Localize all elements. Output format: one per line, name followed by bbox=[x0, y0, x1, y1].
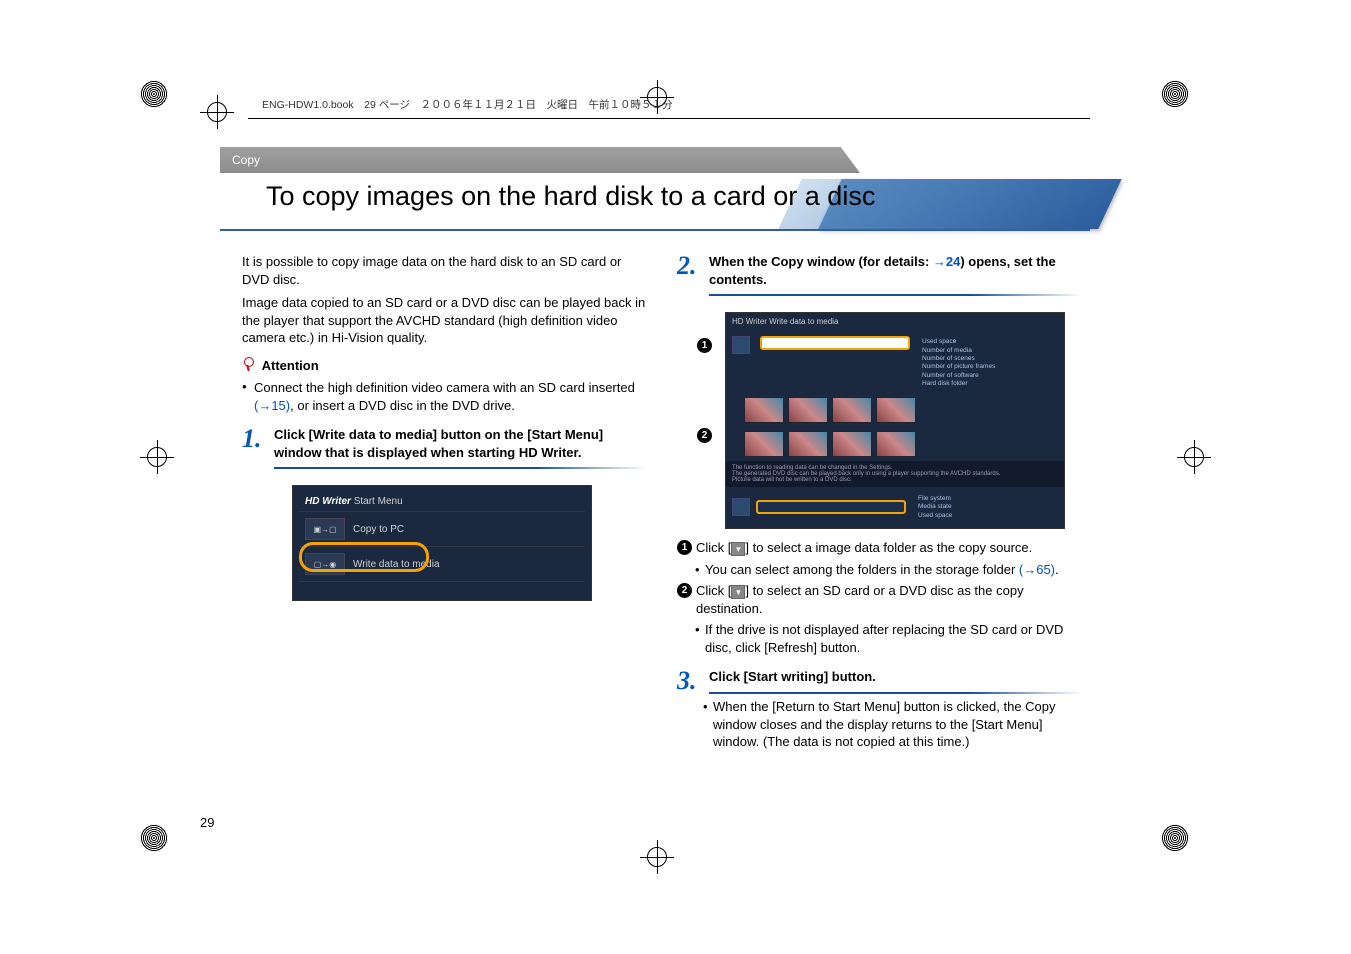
annotation-1-sublist: You can select among the folders in the … bbox=[695, 561, 1082, 579]
crop-mark bbox=[640, 840, 674, 874]
destination-drive-dropdown[interactable] bbox=[756, 500, 906, 514]
step-number-3: 3. bbox=[677, 668, 699, 694]
highlight-write-data bbox=[299, 542, 429, 572]
step-3: 3. Click [Start writing] button. bbox=[677, 668, 1082, 694]
screenshot-copy-window: 1 2 HD Writer Write data to media Used s… bbox=[697, 312, 1082, 529]
intro-1: It is possible to copy image data on the… bbox=[242, 253, 647, 288]
link-page-65[interactable]: (→65) bbox=[1019, 562, 1055, 577]
registration-mark bbox=[140, 80, 190, 130]
source-folder-dropdown[interactable] bbox=[760, 336, 910, 350]
registration-mark bbox=[140, 824, 190, 874]
notice-strip: The function to reading data can be chan… bbox=[726, 461, 1064, 487]
section-title-bar: To copy images on the hard disk to a car… bbox=[220, 179, 1090, 231]
attention-icon bbox=[242, 357, 254, 373]
crop-mark bbox=[1177, 440, 1211, 474]
annotation-2-sublist: If the drive is not displayed after repl… bbox=[695, 621, 1082, 656]
annotation-2: 2 Click [▾] to select an SD card or a DV… bbox=[677, 582, 1082, 617]
step-2: 2. When the Copy window (for details: →2… bbox=[677, 253, 1082, 296]
step-number-1: 1. bbox=[242, 426, 264, 452]
window-title: HD Writer Write data to media bbox=[726, 313, 1064, 330]
dest-drive-icon bbox=[732, 498, 750, 516]
thumbnails bbox=[726, 393, 1064, 427]
source-info: Used space Number of media Number of sce… bbox=[916, 336, 1058, 391]
step-2-title: When the Copy window (for details: →24) … bbox=[709, 253, 1082, 288]
dropdown-icon: ▾ bbox=[731, 585, 745, 599]
link-page-15[interactable]: (→15) bbox=[254, 398, 290, 413]
source-hdd-icon bbox=[732, 336, 750, 354]
callout-2: 2 bbox=[697, 428, 712, 443]
step-3-title: Click [Start writing] button. bbox=[709, 668, 1082, 686]
breadcrumb: Copy bbox=[220, 147, 860, 173]
page-number: 29 bbox=[200, 815, 214, 830]
registration-mark bbox=[1161, 80, 1211, 130]
intro-2: Image data copied to an SD card or a DVD… bbox=[242, 294, 647, 347]
step-1: 1. Click [Write data to media] button on… bbox=[242, 426, 647, 469]
destination-info: File system Media state Used space bbox=[912, 493, 1058, 522]
page-title: To copy images on the hard disk to a car… bbox=[266, 181, 875, 212]
step-1-title: Click [Write data to media] button on th… bbox=[274, 426, 647, 461]
dropdown-icon: ▾ bbox=[731, 542, 745, 556]
link-page-24[interactable]: →24 bbox=[933, 254, 960, 269]
crop-mark bbox=[140, 440, 174, 474]
right-column: 2. When the Copy window (for details: →2… bbox=[677, 253, 1082, 755]
registration-mark bbox=[1161, 824, 1211, 874]
callout-1: 1 bbox=[697, 338, 712, 353]
screenshot-start-menu: HD Writer Start Menu ▣→▢ Copy to PC ▢→◉ … bbox=[292, 485, 592, 601]
step-number-2: 2. bbox=[677, 253, 699, 279]
step-3-sublist: When the [Return to Start Menu] button i… bbox=[703, 698, 1082, 751]
thumbnails-row-2 bbox=[726, 427, 1064, 461]
copy-to-pc-icon: ▣→▢ bbox=[305, 518, 345, 540]
left-column: It is possible to copy image data on the… bbox=[242, 253, 647, 755]
annotation-1: 1 Click [▾] to select a image data folde… bbox=[677, 539, 1082, 557]
book-header: ENG-HDW1.0.book 29 ページ ２００６年１１月２１日 火曜日 午… bbox=[248, 97, 1090, 119]
attention-heading: Attention bbox=[242, 357, 647, 374]
copy-to-pc-label: Copy to PC bbox=[353, 524, 404, 535]
attention-list: Connect the high definition video camera… bbox=[242, 379, 647, 414]
